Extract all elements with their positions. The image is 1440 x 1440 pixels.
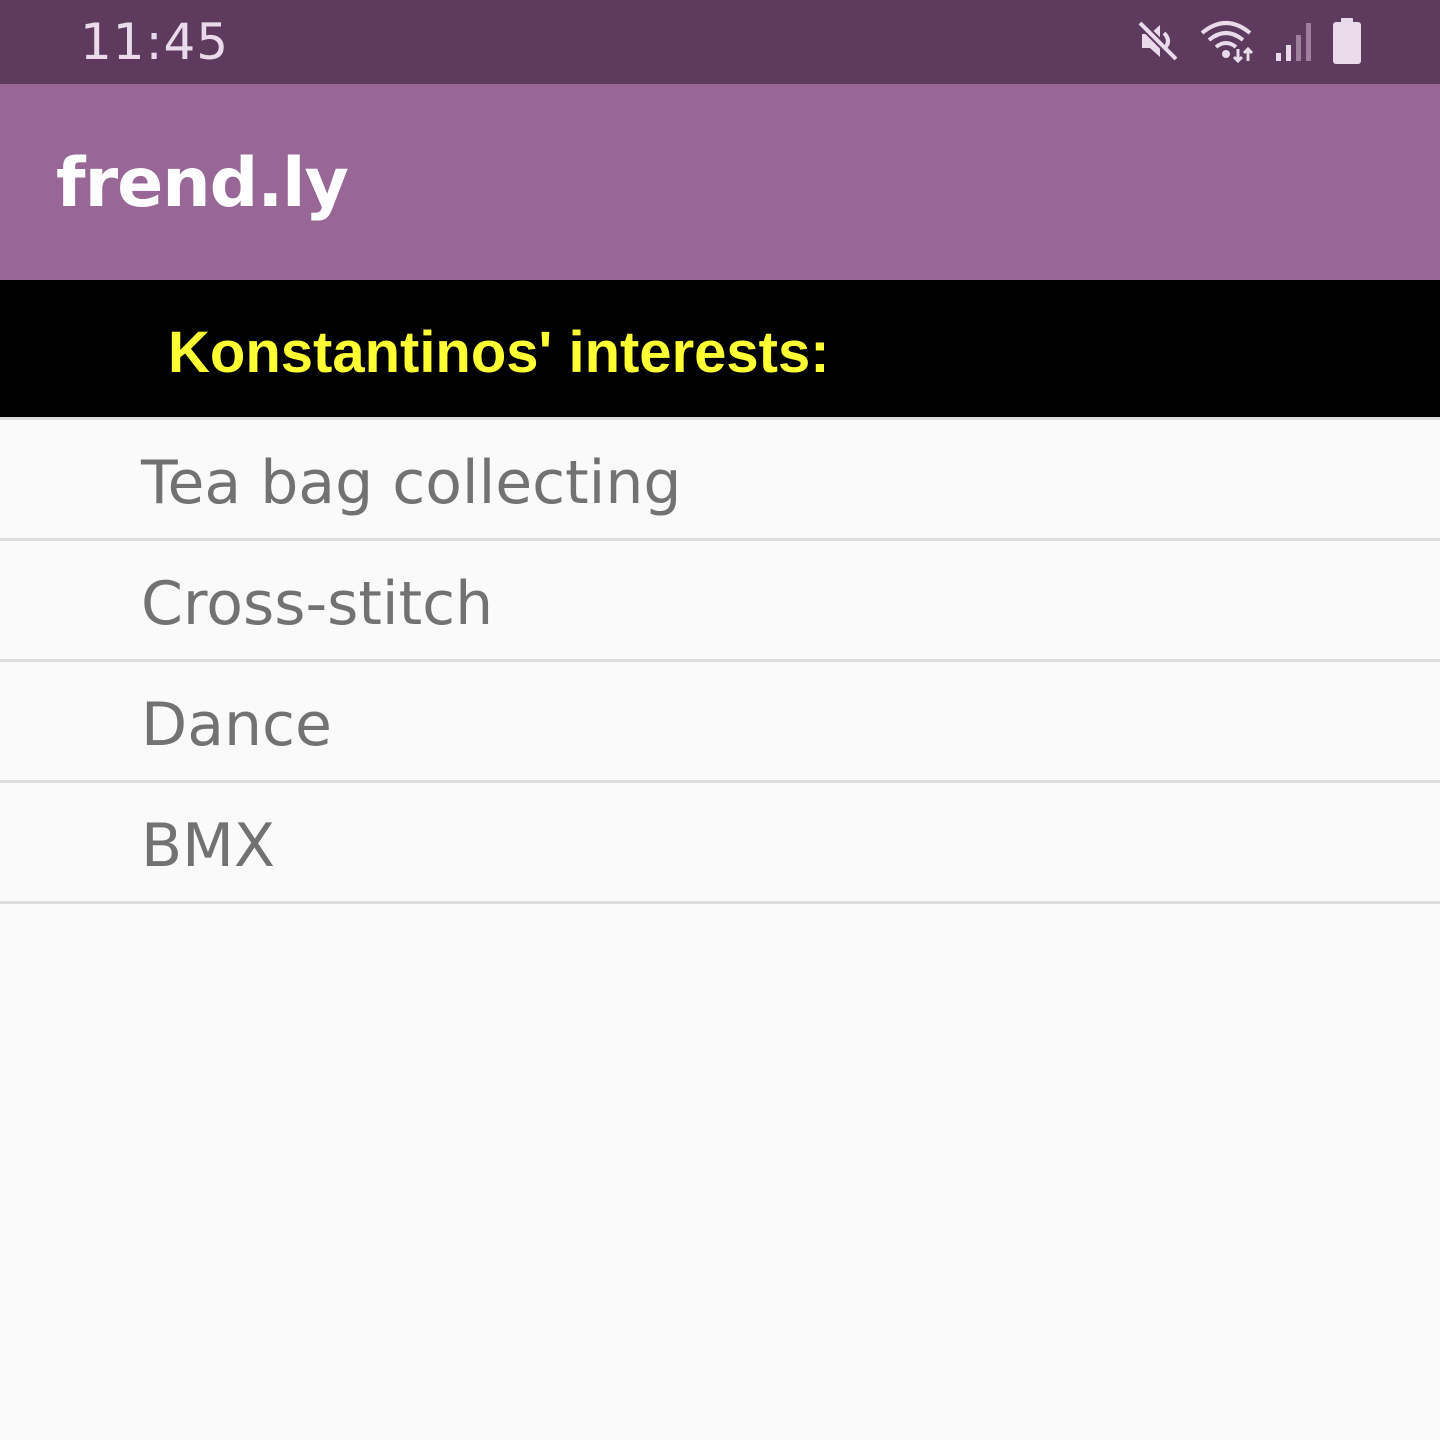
status-time: 11:45 [80, 13, 230, 71]
interests-list: Tea bag collecting Cross-stitch Dance BM… [0, 417, 1440, 904]
status-icons [1136, 16, 1362, 66]
list-item-label: Cross-stitch [141, 569, 494, 639]
app-bar: frend.ly [0, 84, 1440, 280]
interests-header-text: Konstantinos' interests: [168, 320, 830, 385]
list-item[interactable]: Cross-stitch [0, 538, 1440, 659]
list-item[interactable]: BMX [0, 780, 1440, 904]
battery-icon [1332, 18, 1362, 64]
list-item[interactable]: Tea bag collecting [0, 417, 1440, 538]
list-item-label: Dance [141, 690, 332, 760]
list-item-label: BMX [141, 811, 276, 881]
signal-icon [1274, 19, 1314, 63]
wifi-icon [1198, 19, 1256, 63]
list-item-label: Tea bag collecting [141, 448, 682, 518]
interests-header: Konstantinos' interests: [0, 280, 1440, 417]
status-bar: 11:45 [0, 0, 1440, 84]
list-item[interactable]: Dance [0, 659, 1440, 780]
mute-icon [1136, 19, 1180, 63]
app-title: frend.ly [56, 144, 349, 223]
